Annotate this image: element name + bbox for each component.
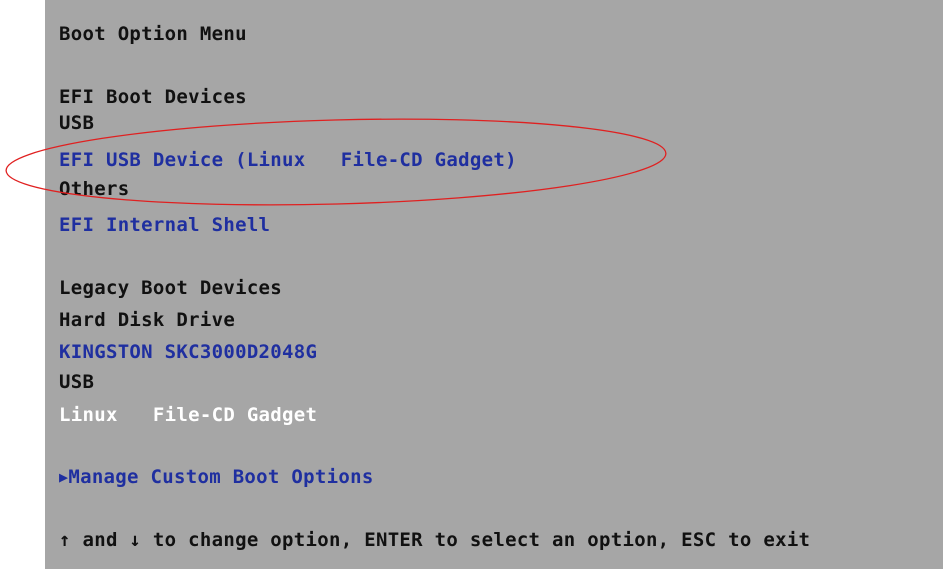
legacy-boot-devices-heading: Legacy Boot Devices [59, 277, 283, 299]
efi-usb-device-option[interactable]: EFI USB Device (Linux File-CD Gadget) [59, 147, 517, 173]
submenu-arrow-icon: ▶ [59, 468, 69, 486]
efi-internal-shell-option[interactable]: EFI Internal Shell [59, 212, 270, 238]
efi-others-category-label: Others [59, 178, 130, 200]
menu-title: Boot Option Menu [59, 23, 247, 45]
efi-usb-category-label: USB [59, 112, 95, 134]
legacy-usb-category-label: USB [59, 371, 95, 393]
efi-boot-devices-heading: EFI Boot Devices [59, 86, 247, 108]
help-text: ↑ and ↓ to change option, ENTER to selec… [59, 529, 811, 551]
manage-custom-boot-options-label: Manage Custom Boot Options [68, 466, 374, 488]
manage-custom-boot-options[interactable]: ▶Manage Custom Boot Options [59, 464, 374, 490]
legacy-hdd-category-label: Hard Disk Drive [59, 309, 236, 331]
kingston-hdd-option[interactable]: KINGSTON SKC3000D2048G [59, 339, 317, 365]
legacy-usb-device-option[interactable]: Linux File-CD Gadget [59, 402, 317, 428]
